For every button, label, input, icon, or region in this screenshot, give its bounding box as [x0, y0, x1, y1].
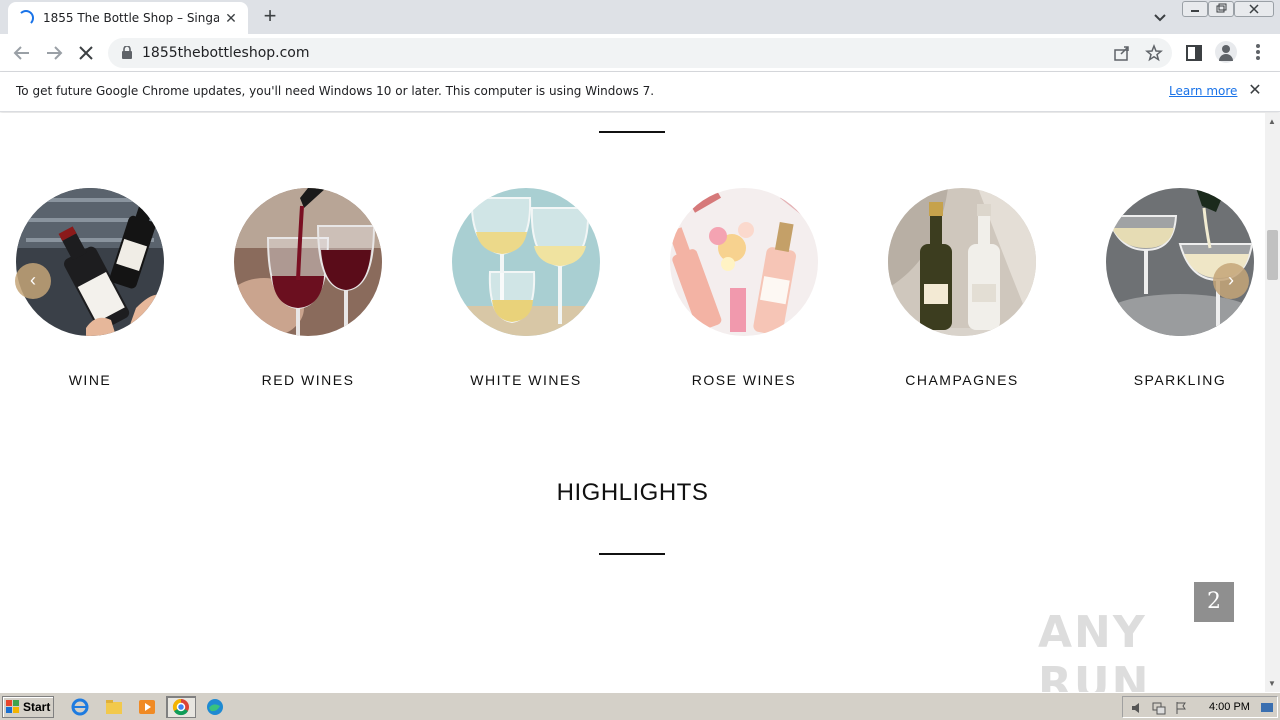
url-text[interactable]: 1855thebottleshop.com	[142, 45, 310, 61]
minimize-button[interactable]	[1182, 1, 1208, 17]
tab-search-chevron-icon[interactable]	[1150, 7, 1170, 27]
infobar-close-icon[interactable]: ✕	[1246, 82, 1264, 100]
restore-button[interactable]	[1208, 1, 1234, 17]
volume-icon[interactable]	[1129, 700, 1145, 716]
start-button[interactable]: Start	[2, 696, 54, 718]
loading-spinner-icon	[18, 10, 34, 26]
new-tab-button[interactable]: +	[258, 5, 282, 29]
white-wine-glasses-image	[452, 188, 600, 336]
tab-strip: 1855 The Bottle Shop – Singapore's ✕ +	[0, 0, 1280, 34]
browser-toolbar: 1855thebottleshop.com	[0, 34, 1280, 72]
category-label[interactable]: ROSE WINES	[654, 372, 834, 388]
scroll-down-arrow-icon[interactable]: ▼	[1268, 679, 1276, 688]
tab-title: 1855 The Bottle Shop – Singapore's	[43, 11, 219, 25]
carousel-next-button[interactable]: ›	[1213, 263, 1249, 299]
chrome-taskbar-button[interactable]	[166, 696, 196, 718]
start-label: Start	[23, 700, 51, 714]
section-divider-bottom	[599, 553, 665, 555]
taskbar-clock[interactable]: 4:00 PM	[1209, 701, 1250, 713]
forward-arrow-icon[interactable]	[42, 41, 66, 65]
side-panel-icon[interactable]	[1184, 43, 1204, 63]
window-close-icon	[1249, 4, 1259, 14]
restore-icon	[1216, 3, 1227, 13]
share-icon[interactable]	[1113, 44, 1131, 62]
browser-tab[interactable]: 1855 The Bottle Shop – Singapore's ✕	[8, 2, 248, 34]
avatar-body	[1219, 54, 1233, 61]
sparkling-coupes-image	[1106, 188, 1254, 336]
section-divider-top	[599, 131, 665, 133]
category-sparkling-image[interactable]	[1106, 188, 1254, 336]
network-icon[interactable]	[1151, 700, 1167, 716]
action-center-flag-icon[interactable]	[1173, 700, 1189, 716]
category-rose-wines[interactable]: ROSE WINES	[654, 188, 834, 388]
category-rose-wines-image[interactable]	[670, 188, 818, 336]
highlights-title: HIGHLIGHTS	[556, 479, 709, 506]
windows-logo-icon	[6, 700, 19, 713]
window-close-button[interactable]	[1234, 1, 1274, 17]
category-champagnes-image[interactable]	[888, 188, 1036, 336]
learn-more-link[interactable]: Learn more	[1169, 84, 1237, 98]
show-desktop-icon[interactable]	[1259, 700, 1275, 716]
page-viewport: WINE RED WINES WHITE WINES ROSE WINES CH…	[0, 113, 1265, 692]
back-arrow-icon[interactable]	[10, 41, 34, 65]
profile-avatar[interactable]	[1215, 41, 1237, 63]
chrome-menu-icon[interactable]	[1250, 42, 1266, 62]
system-tray: 4:00 PM	[1122, 696, 1278, 718]
carousel-prev-button[interactable]: ‹	[15, 263, 51, 299]
media-player-icon[interactable]	[135, 696, 159, 718]
address-bar[interactable]: 1855thebottleshop.com	[108, 38, 1172, 68]
infobar-message: To get future Google Chrome updates, you…	[16, 84, 655, 98]
lock-icon[interactable]	[122, 46, 132, 59]
category-red-wines[interactable]: RED WINES	[218, 188, 398, 388]
windows-taskbar: Start 4:00 PM	[0, 692, 1280, 720]
internet-explorer-icon[interactable]	[68, 696, 92, 718]
tab-close-icon[interactable]: ✕	[222, 9, 240, 27]
wine-bottles-image	[16, 188, 164, 336]
red-wine-glasses-image	[234, 188, 382, 336]
chrome-icon	[172, 698, 189, 716]
category-label[interactable]: SPARKLING	[1090, 372, 1265, 388]
category-label[interactable]: WINE	[0, 372, 180, 388]
minimize-icon	[1191, 10, 1199, 12]
category-label[interactable]: WHITE WINES	[436, 372, 616, 388]
avatar-head	[1222, 45, 1230, 53]
anyrun-watermark: ANY RUN	[1038, 607, 1151, 692]
update-infobar: To get future Google Chrome updates, you…	[0, 72, 1280, 112]
scroll-up-arrow-icon[interactable]: ▲	[1268, 117, 1276, 126]
stop-loading-icon[interactable]	[74, 41, 98, 65]
champagne-bottles-image	[888, 188, 1036, 336]
bookmark-star-icon[interactable]	[1145, 44, 1163, 62]
scrollbar-thumb[interactable]	[1267, 230, 1278, 280]
rose-wine-bottles-image	[670, 188, 818, 336]
category-white-wines-image[interactable]	[452, 188, 600, 336]
page-scrollbar[interactable]: ▲ ▼	[1265, 113, 1280, 692]
category-label[interactable]: CHAMPAGNES	[872, 372, 1052, 388]
category-champagnes[interactable]: CHAMPAGNES	[872, 188, 1052, 388]
edge-icon[interactable]	[203, 696, 227, 718]
category-red-wines-image[interactable]	[234, 188, 382, 336]
category-wine-image[interactable]	[16, 188, 164, 336]
category-label[interactable]: RED WINES	[218, 372, 398, 388]
file-explorer-icon[interactable]	[102, 696, 126, 718]
category-white-wines[interactable]: WHITE WINES	[436, 188, 616, 388]
